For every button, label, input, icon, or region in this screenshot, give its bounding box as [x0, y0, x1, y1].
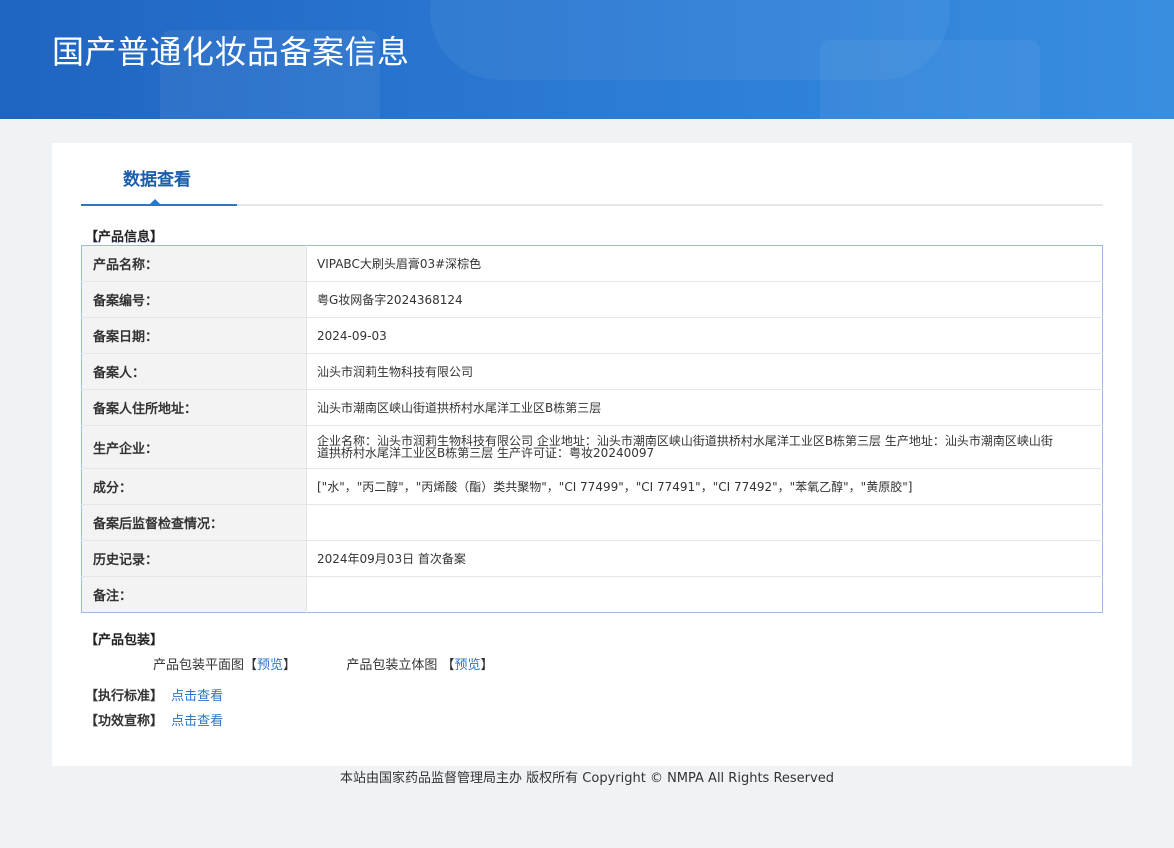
- field-value: 2024-09-03: [306, 317, 1103, 354]
- efficacy-line: 【功效宣称】 点击查看: [85, 714, 223, 730]
- field-value: 粤G妆网备字2024368124: [306, 281, 1103, 318]
- tab-label: 数据查看: [123, 170, 191, 190]
- content-card: 数据查看 【产品信息】 产品名称： VIPABC大刷头眉膏03#深棕色 备案编号…: [52, 143, 1132, 766]
- tab-active-caret-icon: [149, 199, 161, 205]
- field-value: 2024年09月03日 首次备案: [306, 540, 1103, 577]
- table-row: 备注：: [81, 576, 1103, 613]
- field-value: [307, 577, 1103, 613]
- flat-image-label: 产品包装平面图: [153, 658, 245, 673]
- table-row: 备案日期： 2024-09-03: [81, 317, 1103, 354]
- field-label: 备案人：: [81, 353, 307, 390]
- product-info-section-title: 【产品信息】: [85, 230, 164, 245]
- standard-view-link[interactable]: 点击查看: [171, 689, 223, 704]
- footer-copyright: 本站由国家药品监督管理局主办 版权所有 Copyright © NMPA All…: [340, 771, 834, 786]
- bracket: 】: [480, 658, 494, 673]
- field-value: 汕头市润莉生物科技有限公司: [306, 353, 1103, 390]
- page-title: 国产普通化妆品备案信息: [52, 33, 410, 71]
- table-row: 备案人住所地址： 汕头市潮南区峡山街道拱桥村水尾洋工业区B栋第三层: [81, 389, 1103, 426]
- field-label: 备案编号：: [81, 281, 307, 318]
- field-value: 汕头市潮南区峡山街道拱桥村水尾洋工业区B栋第三层: [306, 389, 1103, 426]
- product-info-table: 产品名称： VIPABC大刷头眉膏03#深棕色 备案编号： 粤G妆网备字2024…: [81, 245, 1103, 613]
- efficacy-view-link[interactable]: 点击查看: [171, 714, 223, 729]
- field-label: 生产企业：: [81, 425, 307, 469]
- efficacy-section-title: 【功效宣称】: [85, 714, 164, 729]
- packaging-links: 产品包装平面图【预览】 产品包装立体图 【预览】: [153, 658, 494, 674]
- tab-bar: 数据查看: [81, 163, 1103, 206]
- field-label: 产品名称：: [81, 245, 307, 282]
- field-value: VIPABC大刷头眉膏03#深棕色: [306, 245, 1103, 282]
- tab-data-view[interactable]: 数据查看: [81, 163, 237, 206]
- table-row: 历史记录： 2024年09月03日 首次备案: [81, 540, 1103, 577]
- field-label: 备案人住所地址：: [81, 389, 307, 426]
- standard-line: 【执行标准】 点击查看: [85, 689, 223, 705]
- packaging-section-title: 【产品包装】: [85, 633, 164, 648]
- table-row: 生产企业： 企业名称：汕头市润莉生物科技有限公司 企业地址：汕头市潮南区峡山街道…: [81, 425, 1103, 469]
- bracket: 【: [441, 658, 455, 673]
- table-row: 产品名称： VIPABC大刷头眉膏03#深棕色: [81, 245, 1103, 282]
- field-label: 成分：: [81, 468, 307, 505]
- banner-decoration: [820, 40, 1040, 119]
- table-row: 备案编号： 粤G妆网备字2024368124: [81, 281, 1103, 318]
- table-row: 成分： ["水"，"丙二醇"，"丙烯酸（酯）类共聚物"，"CI 77499"，"…: [81, 468, 1103, 505]
- field-label: 备案后监督检查情况：: [81, 504, 307, 541]
- table-row: 备案人： 汕头市润莉生物科技有限公司: [81, 353, 1103, 390]
- field-label: 备注：: [81, 576, 307, 613]
- table-row: 备案后监督检查情况：: [81, 504, 1103, 541]
- field-value: [306, 504, 1103, 541]
- bracket: 】: [283, 658, 297, 673]
- header-banner: 国产普通化妆品备案信息: [0, 0, 1174, 119]
- bracket: 【: [244, 658, 258, 673]
- field-label: 历史记录：: [81, 540, 307, 577]
- field-label: 备案日期：: [81, 317, 307, 354]
- flat-image-preview-link[interactable]: 预览: [257, 658, 283, 673]
- standard-section-title: 【执行标准】: [85, 689, 164, 704]
- solid-image-preview-link[interactable]: 预览: [455, 658, 481, 673]
- solid-image-label: 产品包装立体图: [346, 658, 438, 673]
- field-value: ["水"，"丙二醇"，"丙烯酸（酯）类共聚物"，"CI 77499"，"CI 7…: [306, 468, 1103, 505]
- field-value: 企业名称：汕头市润莉生物科技有限公司 企业地址：汕头市潮南区峡山街道拱桥村水尾洋…: [306, 425, 1103, 469]
